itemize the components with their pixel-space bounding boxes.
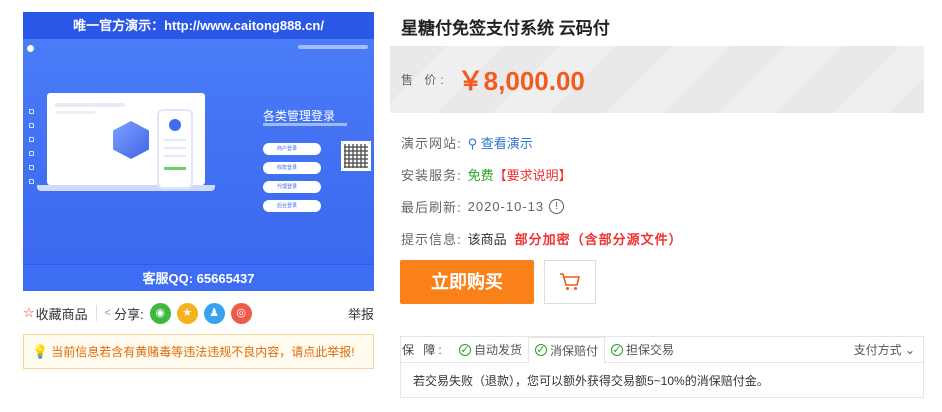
tab-label: 消保赔付 <box>550 343 599 358</box>
favorite-button[interactable]: ☆ 收藏商品 <box>23 304 88 323</box>
image-login-subtitle <box>263 123 347 126</box>
image-login-title: 各类管理登录 <box>263 109 336 123</box>
price-value: ￥8,000.00 <box>457 66 585 96</box>
clock-icon[interactable]: ! <box>549 199 565 214</box>
weibo-icon[interactable]: ◎ <box>230 302 252 324</box>
check-circle-icon: ✓ <box>535 344 548 356</box>
guarantee-tabs: 保 障: ✓ 自动发货 ✓ 消保赔付 ✓ 担保交易 支付方式 ⌄ <box>401 336 923 364</box>
demo-link-label: 查看演示 <box>480 136 533 151</box>
notice-text: 当前信息若含有黄赌毒等违法违规不良内容，请点此举报! <box>51 345 355 359</box>
tab-consumer-protection[interactable]: ✓ 消保赔付 <box>528 336 606 364</box>
install-label: 安装服务: <box>401 168 462 183</box>
guarantee-description: 若交易失败（退款），您可以额外获得交易额5~10%的消保赔付金。 <box>401 363 923 389</box>
qq-icon[interactable]: ♟ <box>203 302 225 324</box>
price-label: 售 价: <box>401 73 448 87</box>
image-login-button: 代理登录 <box>263 181 321 193</box>
image-login-button: 后台登录 <box>263 200 321 212</box>
image-topright-bar <box>298 45 368 49</box>
report-notice[interactable]: 💡 当前信息若含有黄赌毒等违法违规不良内容，请点此举报! <box>23 334 374 369</box>
product-title: 星糖付免签支付系统 云码付 <box>401 19 610 38</box>
favorite-label: 收藏商品 <box>35 306 88 322</box>
guarantee-panel: 保 障: ✓ 自动发货 ✓ 消保赔付 ✓ 担保交易 支付方式 ⌄ 若交易失败（退… <box>400 336 924 398</box>
demo-row: 演示网站: ⚲ 查看演示 <box>401 133 533 152</box>
qzone-icon[interactable]: ★ <box>176 302 198 324</box>
tip-row: 提示信息: 该商品 部分加密（含部分源文件） <box>401 229 683 248</box>
image-sidebar <box>29 109 37 189</box>
payment-methods-dropdown[interactable]: 支付方式 ⌄ <box>854 341 923 358</box>
install-requirements-link[interactable]: 【要求说明】 <box>494 165 572 184</box>
price-box: 售 价: ￥8,000.00 <box>390 46 924 113</box>
image-qr-code <box>341 141 371 171</box>
report-link[interactable]: 举报 <box>348 304 374 323</box>
image-top-banner: 唯一官方演示：http://www.caitong888.cn/ <box>23 12 374 39</box>
wechat-icon[interactable]: ◉ <box>149 302 171 324</box>
tip-label: 提示信息: <box>401 232 462 247</box>
star-icon: ☆ <box>23 305 35 320</box>
product-image[interactable]: 唯一官方演示：http://www.caitong888.cn/ 各类管理登录 … <box>23 12 374 291</box>
actions-row: ☆ 收藏商品 < 分享: ◉ ★ ♟ ◎ 举报 <box>23 301 374 325</box>
tab-label: 担保交易 <box>626 343 675 357</box>
image-login-button: 商户登录 <box>263 143 321 155</box>
tab-auto-delivery[interactable]: ✓ 自动发货 <box>453 337 528 363</box>
check-circle-icon: ✓ <box>611 343 624 356</box>
refresh-row: 最后刷新: 2020-10-13 ! <box>401 197 565 216</box>
guarantee-label: 保 障: <box>402 343 445 357</box>
chevron-down-icon: ⌄ <box>904 343 915 357</box>
image-logo <box>27 45 36 52</box>
image-bottom-banner: 客服QQ: 65665437 <box>23 264 374 291</box>
share-icon: < <box>104 307 112 319</box>
image-phone <box>157 109 193 189</box>
image-cube-graphic <box>113 121 149 159</box>
check-circle-icon: ✓ <box>459 343 471 356</box>
refresh-date: 2020-10-13 <box>467 199 545 214</box>
demo-label: 演示网站: <box>401 136 462 151</box>
add-to-cart-button[interactable] <box>544 260 596 304</box>
share-label: 分享: <box>114 306 144 322</box>
tab-label: 自动发货 <box>474 343 523 357</box>
demo-link[interactable]: ⚲ 查看演示 <box>468 133 533 152</box>
tip-value: 部分加密（含部分源文件） <box>514 232 683 247</box>
refresh-label: 最后刷新: <box>401 200 462 215</box>
cart-icon <box>560 273 581 290</box>
search-icon: ⚲ <box>467 136 478 151</box>
install-row: 安装服务: 免费 【要求说明】 <box>401 165 572 184</box>
tip-prefix: 该商品 <box>467 232 507 247</box>
buy-now-button[interactable]: 立即购买 <box>400 260 534 304</box>
share-group: < 分享: ◉ ★ ♟ ◎ <box>104 302 252 324</box>
divider <box>95 305 97 321</box>
tab-escrow[interactable]: ✓ 担保交易 <box>605 337 680 363</box>
install-value: 免费 <box>467 168 494 183</box>
lightbulb-icon: 💡 <box>32 343 49 359</box>
payment-methods-label: 支付方式 <box>853 343 902 357</box>
image-screenshot: 各类管理登录 商户登录 收款登录 代理登录 后台登录 <box>23 39 374 275</box>
image-login-button: 收款登录 <box>263 162 321 174</box>
